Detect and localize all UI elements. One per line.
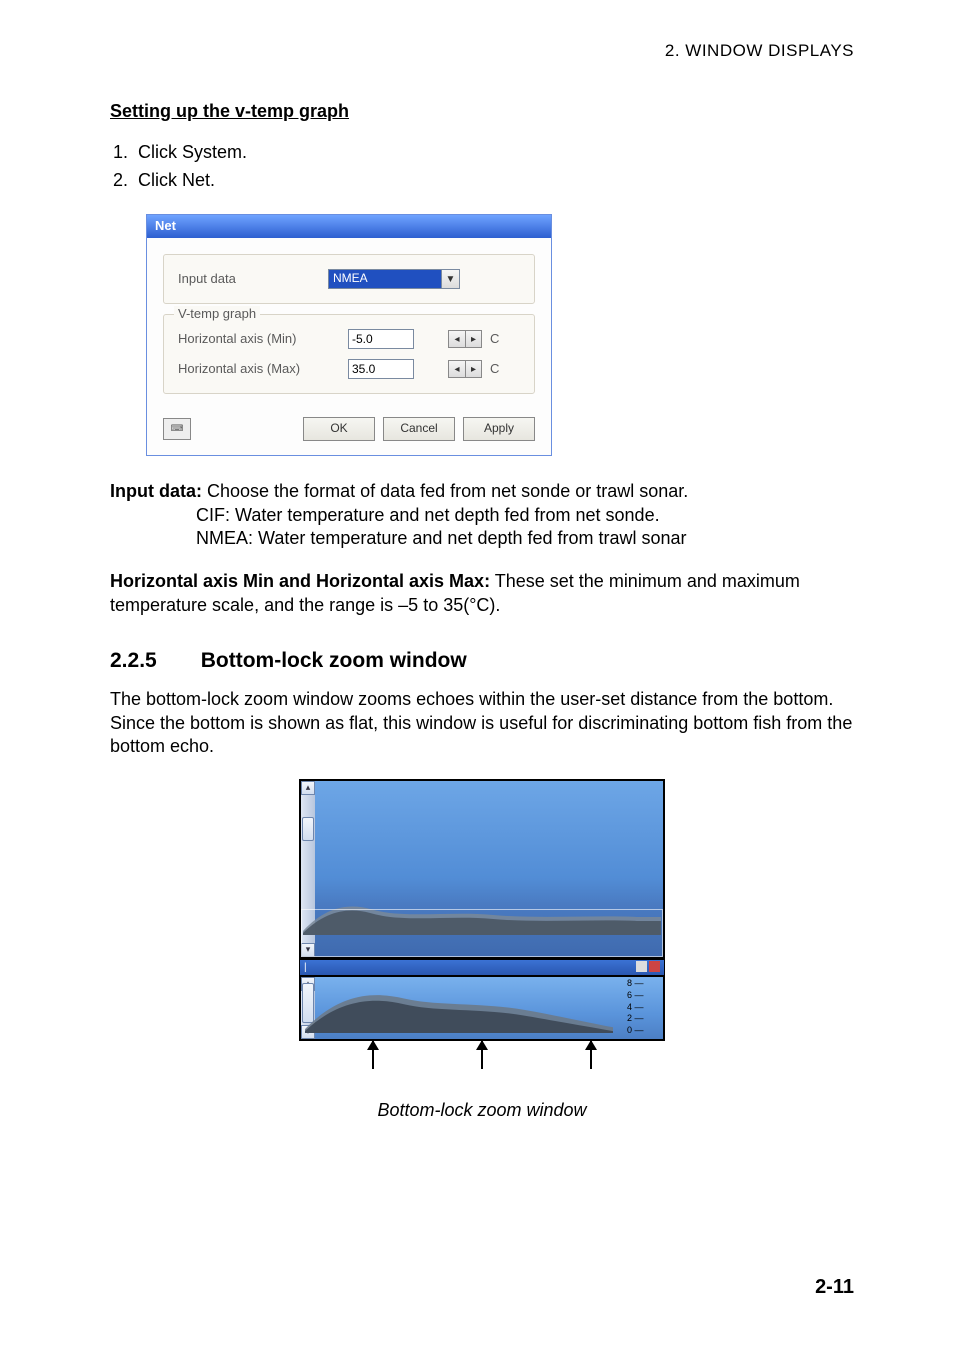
arrow-up-icon (372, 1041, 374, 1069)
step-list: 1. Click System. 2. Click Net. (110, 141, 854, 192)
zoom-range-overlay (301, 909, 663, 957)
unit-label: C (490, 331, 499, 348)
tick-label: 2 (627, 1013, 661, 1025)
chevron-down-icon[interactable]: ▼ (441, 270, 459, 288)
subsection-heading: 2.2.5 Bottom-lock zoom window (110, 647, 854, 674)
combo-value: NMEA (329, 270, 441, 288)
input-data-combo[interactable]: NMEA ▼ (328, 269, 460, 289)
arrow-annotations (299, 1041, 665, 1069)
axis-min-label: Horizontal axis (Min) (178, 331, 348, 348)
step-number: 2. (110, 169, 128, 192)
fieldset-legend: V-temp graph (174, 306, 260, 323)
heading-number: 2.2.5 (110, 647, 157, 674)
text: Choose the format of data fed from net s… (202, 481, 688, 501)
page-number: 2-11 (815, 1274, 854, 1300)
arrow-up-icon (481, 1041, 483, 1069)
arrow-up-icon (590, 1041, 592, 1069)
vtemp-fieldset: V-temp graph Horizontal axis (Min) ◂ ▸ C… (163, 314, 535, 394)
text: NMEA: Water temperature and net depth fe… (196, 528, 687, 548)
list-item: 2. Click Net. (110, 169, 854, 192)
ok-button[interactable]: OK (303, 417, 375, 441)
step-text: Click System. (138, 141, 247, 164)
chapter-header: 2. WINDOW DISPLAYS (110, 40, 854, 62)
main-sonar-view: ▴ ▾ 0 20 40 (299, 779, 665, 959)
axis-description: Horizontal axis Min and Horizontal axis … (110, 570, 854, 617)
axis-max-spinner[interactable]: ◂ ▸ (448, 360, 482, 378)
tick-label: 8 (627, 978, 661, 990)
zoom-sonar-view: ▴ ▾ 0 2 4 6 8 10 (299, 975, 665, 1041)
scroll-thumb[interactable] (302, 817, 314, 841)
section-heading: Setting up the v-temp graph (110, 100, 854, 123)
unit-label: C (490, 361, 499, 378)
chevron-right-icon[interactable]: ▸ (465, 361, 481, 377)
scroll-up-icon[interactable]: ▴ (301, 781, 315, 795)
close-icon[interactable] (649, 961, 660, 972)
subsection-text: The bottom-lock zoom window zooms echoes… (110, 688, 854, 758)
net-dialog: Net Input data NMEA ▼ V-temp graph Horiz… (146, 214, 552, 456)
zoom-window-titlebar[interactable]: | (299, 959, 665, 975)
dialog-button-row: ⌨ OK Cancel Apply (147, 406, 551, 455)
list-item: 1. Click System. (110, 141, 854, 164)
apply-button[interactable]: Apply (463, 417, 535, 441)
axis-min-spinner[interactable]: ◂ ▸ (448, 330, 482, 348)
bottom-lock-figure: ▴ ▾ 0 20 40 | ▴ ▾ (299, 779, 665, 1069)
tick-label: 0 (627, 1025, 661, 1037)
tick-label: 4 (627, 1002, 661, 1014)
label: Horizontal axis Min and Horizontal axis … (110, 571, 490, 591)
minimize-icon[interactable] (636, 961, 647, 972)
dialog-titlebar: Net (147, 215, 551, 238)
heading-title: Bottom-lock zoom window (201, 647, 467, 674)
axis-max-input[interactable] (348, 359, 414, 379)
input-data-label: Input data (178, 271, 328, 288)
label: Input data: (110, 481, 202, 501)
tick-label: 6 (627, 990, 661, 1002)
axis-max-label: Horizontal axis (Max) (178, 361, 348, 378)
chevron-left-icon[interactable]: ◂ (449, 361, 465, 377)
window-controls[interactable] (636, 961, 660, 974)
dialog-body: Input data NMEA ▼ V-temp graph Horizonta… (147, 238, 551, 406)
step-number: 1. (110, 141, 128, 164)
chevron-left-icon[interactable]: ◂ (449, 331, 465, 347)
input-panel: Input data NMEA ▼ (163, 254, 535, 304)
cancel-button[interactable]: Cancel (383, 417, 455, 441)
text: CIF: Water temperature and net depth fed… (196, 505, 660, 525)
chevron-right-icon[interactable]: ▸ (465, 331, 481, 347)
seabed-echo-zoom (305, 985, 613, 1033)
input-data-description: Input data: Choose the format of data fe… (110, 480, 854, 550)
zoom-title-text: | (304, 961, 307, 974)
axis-min-input[interactable] (348, 329, 414, 349)
keyboard-icon[interactable]: ⌨ (163, 418, 191, 440)
figure-caption: Bottom-lock zoom window (110, 1099, 854, 1122)
step-text: Click Net. (138, 169, 215, 192)
zoom-depth-scale: 0 2 4 6 8 10 (627, 979, 661, 1037)
